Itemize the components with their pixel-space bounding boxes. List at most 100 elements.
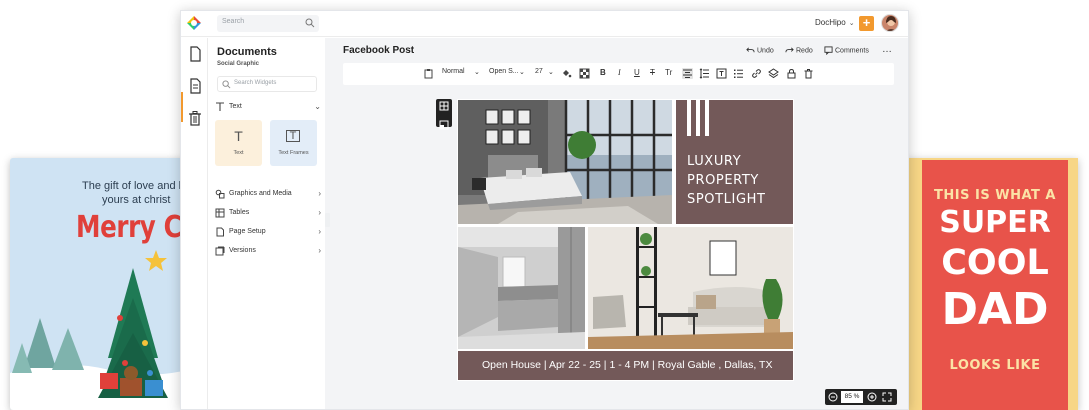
chevron-right-icon: ›: [318, 246, 321, 255]
create-new-button[interactable]: +: [859, 16, 874, 31]
align-center-icon[interactable]: [682, 68, 693, 79]
section-page-setup-label: Page Setup: [229, 228, 266, 235]
text-tile-icon: T: [234, 128, 243, 144]
link-icon[interactable]: [751, 68, 762, 79]
card-word-super: SUPER: [939, 205, 1051, 240]
section-tables[interactable]: Tables ›: [215, 207, 321, 221]
zoom-control: 85 %: [825, 389, 897, 405]
workspace-name: DocHipo: [815, 18, 846, 27]
stripe-2: [696, 100, 700, 136]
editor-window: Search DocHipo ⌄ + Documents Social Graph…: [180, 10, 909, 410]
event-info-bar[interactable]: Open House | Apr 22 - 25 | 1 - 4 PM | Ro…: [458, 351, 793, 380]
section-page-setup[interactable]: Page Setup ›: [215, 226, 321, 240]
card-word-dad: DAD: [941, 284, 1049, 335]
headline-line-1: LUXURY: [687, 154, 742, 169]
panel-collapse-handle[interactable]: [325, 213, 330, 227]
delete-icon[interactable]: [803, 68, 814, 79]
redo-label: Redo: [796, 47, 813, 55]
layers-icon[interactable]: [768, 68, 779, 79]
text-case-button[interactable]: Tr: [665, 68, 672, 77]
document-title[interactable]: Facebook Post: [343, 45, 414, 56]
stripe-1: [687, 100, 691, 136]
zoom-out-icon[interactable]: [828, 392, 838, 402]
lock-icon[interactable]: [786, 68, 797, 79]
undo-label: Undo: [757, 47, 774, 55]
user-portrait: [886, 16, 896, 31]
table-icon: [215, 208, 225, 218]
fill-color-icon[interactable]: [561, 68, 572, 79]
underline-button[interactable]: U: [634, 68, 640, 77]
bedroom-image: [458, 100, 672, 224]
headline-line-2: PROPERTY: [687, 173, 759, 188]
chevron-down-icon[interactable]: ⌄: [474, 68, 480, 76]
list-icon[interactable]: [733, 68, 744, 79]
chevron-down-icon: ⌄: [848, 20, 855, 27]
card-tagline-bottom: LOOKS LIKE: [949, 358, 1041, 373]
section-text-label: Text: [229, 103, 242, 110]
comment-icon: [824, 46, 833, 56]
document-icon[interactable]: [187, 78, 203, 94]
dochipo-logo-icon[interactable]: [186, 15, 202, 31]
graphics-icon: [215, 189, 225, 199]
zoom-level[interactable]: 85 %: [841, 391, 863, 403]
tile-text-label: Text: [233, 150, 244, 156]
global-search-input[interactable]: Search: [217, 15, 319, 32]
chevron-down-icon[interactable]: ⌄: [519, 68, 525, 76]
fullscreen-icon[interactable]: [882, 392, 892, 402]
global-search-placeholder: Search: [222, 18, 245, 25]
design-canvas[interactable]: LUXURY PROPERTY SPOTLIGHT Open House | A…: [457, 99, 794, 381]
bold-button[interactable]: B: [600, 68, 606, 77]
chevron-down-icon[interactable]: ⌄: [548, 68, 554, 76]
widget-search-input[interactable]: Search Widgets: [217, 76, 317, 92]
left-rail: [181, 38, 208, 409]
comments-button[interactable]: Comments: [824, 46, 869, 56]
tile-text-frames[interactable]: T Text Frames: [270, 120, 317, 166]
line-spacing-icon[interactable]: [699, 68, 710, 79]
grid-icon[interactable]: [436, 99, 452, 113]
section-tables-label: Tables: [229, 209, 250, 216]
font-size-value[interactable]: 27: [535, 68, 543, 75]
italic-button[interactable]: I: [618, 68, 621, 77]
card-greeting-line-2: yours at christ: [102, 194, 171, 206]
section-graphics-label: Graphics and Media: [229, 190, 292, 197]
section-graphics[interactable]: Graphics and Media ›: [215, 188, 321, 202]
more-options-button[interactable]: …: [882, 44, 892, 55]
widget-search-placeholder: Search Widgets: [234, 80, 277, 86]
chevron-right-icon: ›: [318, 208, 321, 217]
fathers-day-card-preview[interactable]: THIS IS WHAT A SUPER COOL DAD LOOKS LIKE: [906, 158, 1078, 410]
headline-block[interactable]: LUXURY PROPERTY SPOTLIGHT: [676, 100, 793, 224]
page-icon: [216, 227, 224, 237]
versions-icon: [215, 246, 225, 256]
search-icon: [305, 18, 315, 28]
strikethrough-button[interactable]: T: [650, 68, 655, 77]
text-toolbar: Normal ⌄ Open S... ⌄ 27 ⌄ B I U T Tr: [343, 63, 894, 85]
section-text[interactable]: Text ⌄: [215, 101, 321, 115]
bedroom-photo[interactable]: [458, 100, 672, 224]
clipboard-icon[interactable]: [423, 68, 434, 79]
undo-icon: [746, 47, 755, 53]
redo-button[interactable]: Redo: [785, 46, 813, 55]
file-icon[interactable]: [187, 46, 203, 62]
text-box-icon[interactable]: [716, 68, 727, 79]
living-room-photo[interactable]: [588, 227, 793, 349]
section-versions[interactable]: Versions ›: [215, 245, 321, 259]
active-rail-indicator: [181, 92, 183, 122]
event-info-text[interactable]: Open House | Apr 22 - 25 | 1 - 4 PM | Ro…: [482, 359, 772, 371]
avatar[interactable]: [881, 14, 899, 32]
text-frame-icon: T: [286, 130, 300, 142]
kitchen-photo[interactable]: [458, 227, 585, 349]
panel-title: Documents: [217, 46, 277, 58]
trash-icon[interactable]: [187, 110, 203, 126]
headline-text[interactable]: LUXURY PROPERTY SPOTLIGHT: [687, 152, 766, 209]
comments-label: Comments: [835, 47, 869, 55]
paragraph-style-value[interactable]: Normal: [442, 68, 465, 75]
zoom-in-icon[interactable]: [867, 392, 877, 402]
font-family-value[interactable]: Open S...: [489, 68, 519, 75]
undo-button[interactable]: Undo: [746, 46, 774, 55]
tile-text[interactable]: T Text: [215, 120, 262, 166]
resize-icon[interactable]: [436, 118, 452, 132]
workspace-menu[interactable]: DocHipo ⌄: [815, 18, 855, 27]
headline-line-3: SPOTLIGHT: [687, 192, 766, 207]
search-icon: [222, 80, 231, 89]
transparency-icon[interactable]: [579, 68, 590, 79]
